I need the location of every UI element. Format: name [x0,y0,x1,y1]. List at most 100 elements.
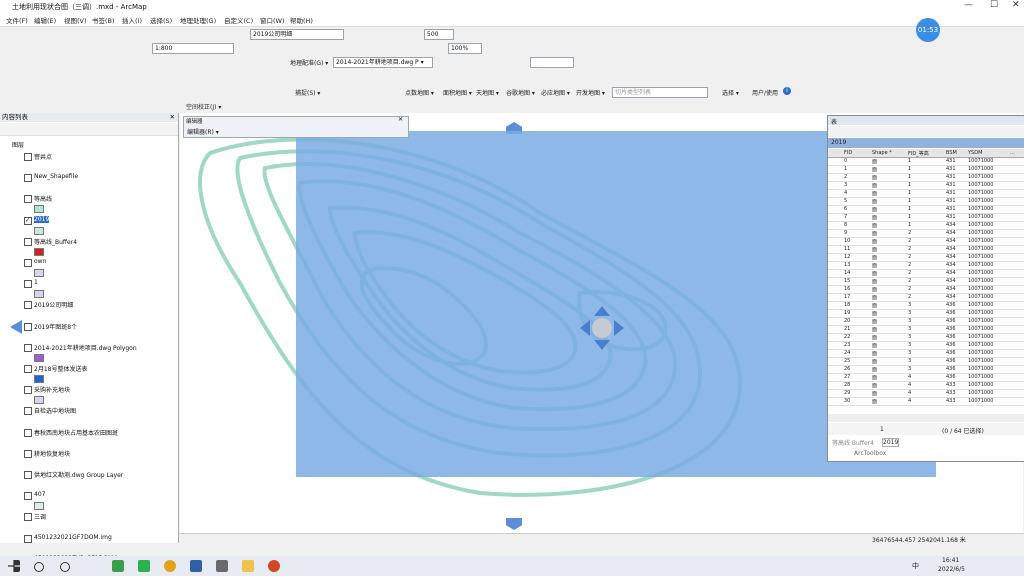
layer-label[interactable]: 耕地恢复地块 [34,449,70,458]
layer-label[interactable]: 2014-2021年耕地项目.dwg Polygon [34,343,137,352]
editor-close-icon[interactable]: ✕ [398,116,403,123]
table-row[interactable]: 27 面 4 436 10071000 [828,374,1024,382]
table-row[interactable]: 13 面 2 434 10071000 [828,262,1024,270]
layer-label[interactable]: 2019年图斑8个 [34,322,77,331]
table-row[interactable]: 6 面 1 431 10071000 [828,206,1024,214]
tile-type-dropdown[interactable]: 切片类型列表 [612,87,708,98]
maximize-icon[interactable]: ☐ [990,0,998,10]
scale-dropdown[interactable]: 1:800 [152,43,234,54]
file-explorer-icon[interactable] [242,560,254,572]
snap-menu[interactable]: 捕捉(S) ▾ [295,88,320,97]
layer-checkbox[interactable] [24,301,32,310]
column-header[interactable]: YSDM [968,150,982,156]
topo-item-5[interactable]: 开发地图 ▾ [576,88,605,97]
layer-checkbox[interactable] [24,343,32,352]
editor-menu[interactable]: 编辑器(R) ▾ [187,127,219,136]
zoom-value-field[interactable]: 500 [424,29,454,40]
table-row[interactable]: 17 面 2 434 10071000 [828,294,1024,302]
table-row[interactable]: 10 面 2 434 10071000 [828,238,1024,246]
table-tab-0[interactable]: 等高线 Buffer4 [832,438,874,447]
menu-item-5[interactable]: 选择(S) [150,15,172,25]
menu-item-2[interactable]: 视图(V) [64,15,87,25]
layer-label[interactable]: 等高线_Buffer4 [34,237,77,246]
app-icon-gray[interactable] [216,560,228,572]
topo-item-2[interactable]: 天地图 ▾ [476,88,499,97]
table-row[interactable]: 24 面 3 436 10071000 [828,350,1024,358]
layer-label[interactable]: 1 [34,279,38,286]
column-header[interactable]: FID_等高 [908,150,929,157]
toolbox-label[interactable]: ArcToolbox [854,450,886,457]
table-row[interactable]: 20 面 3 436 10071000 [828,318,1024,326]
table-hscroll[interactable] [828,414,1024,422]
column-header[interactable]: FID [844,150,852,156]
menu-item-7[interactable]: 自定义(C) [224,15,253,25]
powerpoint-icon[interactable] [268,560,280,572]
table-row[interactable]: 22 面 3 436 10071000 [828,334,1024,342]
layer-dropdown[interactable]: 2019公司明细 [250,29,344,40]
table-row[interactable]: 1 面 1 431 10071000 [828,166,1024,174]
select-menu[interactable]: 选择 ▾ [722,88,739,97]
table-row[interactable]: 30 面 4 433 10071000 [828,398,1024,406]
table-row[interactable]: 9 面 2 434 10071000 [828,230,1024,238]
clock-time[interactable]: 16:41 [942,557,959,564]
layer-label[interactable]: 供地红文勘测.dwg Group Layer [34,470,123,479]
table-row[interactable]: 25 面 3 436 10071000 [828,358,1024,366]
toc-close-icon[interactable]: ✕ [170,113,175,122]
layer-label[interactable]: 4501232021GF7DOM.img [34,534,112,541]
column-header[interactable]: Shape * [872,150,892,156]
layer-label[interactable]: 2月18号整体发送表 [34,364,87,373]
table-row[interactable]: 12 面 2 434 10071000 [828,254,1024,262]
layer-checkbox[interactable] [24,195,32,204]
toolbox-tab[interactable]: ArcToolbox [830,449,910,459]
topo-item-3[interactable]: 谷歌地图 ▾ [506,88,535,97]
menu-item-9[interactable]: 帮助(H) [290,15,313,25]
user-menu[interactable]: 用户/使用 [752,88,778,97]
georef-input[interactable] [530,57,574,68]
record-number[interactable]: 1 [880,426,884,433]
table-layer-tab[interactable]: 2019 [828,138,1024,148]
arcmap-icon[interactable] [190,560,202,572]
layer-checkbox[interactable] [24,428,32,437]
layer-label[interactable]: own [34,258,46,265]
layer-label[interactable]: 自检选中地块图 [34,406,76,415]
layer-checkbox[interactable] [24,386,32,395]
layer-checkbox[interactable]: ✓ [24,216,32,225]
table-row[interactable]: 26 面 3 436 10071000 [828,366,1024,374]
layer-checkbox[interactable] [24,237,32,246]
menu-item-4[interactable]: 插入(I) [122,15,142,25]
table-row[interactable]: 21 面 3 436 10071000 [828,326,1024,334]
table-row[interactable]: 7 面 1 431 10071000 [828,214,1024,222]
table-row[interactable]: 11 面 2 434 10071000 [828,246,1024,254]
wechat-icon[interactable] [138,560,150,572]
layer-label[interactable]: 三调 [34,512,46,521]
layer-checkbox[interactable] [24,407,32,416]
layer-checkbox[interactable] [24,471,32,479]
table-row[interactable]: 16 面 2 434 10071000 [828,286,1024,294]
table-row[interactable]: 3 面 1 431 10071000 [828,182,1024,190]
layer-checkbox[interactable] [24,280,32,289]
layer-checkbox[interactable] [24,365,32,373]
chrome-icon[interactable] [164,560,176,572]
zoom-percent-dropdown[interactable]: 100% [448,43,482,54]
topo-item-4[interactable]: 必应地图 ▾ [541,88,570,97]
layer-label[interactable]: 春秋西南地块占用基本农田图斑 [34,428,118,437]
georef-layer-dropdown[interactable]: 2014-2021年耕地项目.dwg P ▾ [333,57,433,68]
spatial-adjust-menu[interactable]: 空间校正(J) ▾ [186,102,221,111]
table-row[interactable]: 2 面 1 431 10071000 [828,174,1024,182]
layer-label[interactable]: New_Shapefile [34,173,78,180]
table-tab-1[interactable]: 2019 [882,438,900,447]
layer-label[interactable]: 2019 [34,215,50,223]
menu-item-0[interactable]: 文件(F) [6,15,28,25]
table-row[interactable]: 4 面 1 431 10071000 [828,190,1024,198]
table-row[interactable]: 14 面 2 434 10071000 [828,270,1024,278]
minimize-icon[interactable]: — [964,0,973,10]
menu-item-6[interactable]: 地理处理(G) [180,15,216,25]
column-header[interactable]: ... [1010,150,1015,156]
layer-label[interactable]: 等高线 [34,194,52,203]
layer-label[interactable]: 2019公司明细 [34,300,73,309]
table-row[interactable]: 29 面 4 433 10071000 [828,390,1024,398]
layer-checkbox[interactable] [24,449,32,458]
table-row[interactable]: 23 面 3 436 10071000 [828,342,1024,350]
layer-checkbox[interactable] [24,153,32,161]
table-row[interactable]: 15 面 2 434 10071000 [828,278,1024,286]
